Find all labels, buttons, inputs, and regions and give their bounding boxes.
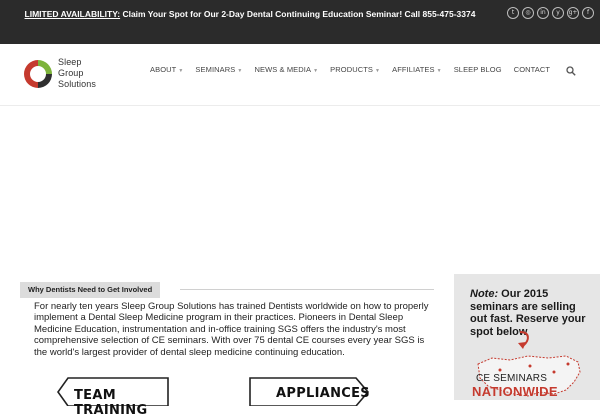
nav-label: PRODUCTS <box>330 65 374 74</box>
announcement-message: Claim Your Spot for Our 2-Day Dental Con… <box>120 9 476 19</box>
sign-label: TEAM TRAINING <box>74 388 148 418</box>
team-training-sign[interactable]: TEAM TRAINING <box>56 376 172 418</box>
chevron-down-icon: ▼ <box>313 68 319 74</box>
nav-item-news-media[interactable]: NEWS & MEDIA ▼ <box>248 62 324 77</box>
yelp-icon[interactable]: y <box>552 7 564 19</box>
main-nav: ABOUT ▼ SEMINARS ▼ NEWS & MEDIA ▼ PRODUCTS ▼… <box>144 62 556 77</box>
intro-paragraph: For nearly ten years Sleep Group Solutio… <box>34 301 429 358</box>
logo-line-2: Group <box>58 68 84 78</box>
facebook-icon[interactable]: f <box>582 7 594 19</box>
nav-item-contact[interactable]: CONTACT <box>508 62 556 77</box>
appliances-sign[interactable]: APPLIANCES <box>248 376 370 406</box>
nationwide-label: NATIONWIDE <box>472 384 558 399</box>
curved-arrow-icon <box>518 331 529 349</box>
nav-label: AFFILIATES <box>392 65 435 74</box>
logo-line-3: Solutions <box>58 79 96 89</box>
note-label: Note: <box>470 288 499 300</box>
google-plus-icon[interactable]: g+ <box>567 7 579 19</box>
nav-item-affiliates[interactable]: AFFILIATES ▼ <box>386 62 448 77</box>
instagram-icon[interactable]: ◎ <box>522 7 534 19</box>
chevron-down-icon: ▼ <box>436 68 442 74</box>
nav-label: SLEEP BLOG <box>453 65 502 74</box>
nav-label: ABOUT <box>150 65 177 74</box>
section-heading: Why Dentists Need to Get Involved <box>20 282 161 298</box>
logo-wordmark: Sleep Group Solutions <box>58 57 96 90</box>
twitter-icon[interactable]: t <box>507 7 519 19</box>
social-links: t ◎ in y g+ f <box>494 7 594 19</box>
section-divider <box>180 289 434 290</box>
nav-item-products[interactable]: PRODUCTS ▼ <box>324 62 386 77</box>
search-icon[interactable] <box>566 66 576 76</box>
nav-label: SEMINARS <box>195 65 236 74</box>
announcement-bar: LIMITED AVAILABILITY: Claim Your Spot fo… <box>0 0 600 44</box>
announcement-text[interactable]: LIMITED AVAILABILITY: Claim Your Spot fo… <box>10 4 490 24</box>
announcement-lead[interactable]: LIMITED AVAILABILITY: <box>25 9 121 19</box>
hero-banner <box>0 107 600 270</box>
chevron-down-icon: ▼ <box>237 68 243 74</box>
nav-label: NEWS & MEDIA <box>254 65 312 74</box>
logo-mark-icon <box>24 60 52 88</box>
nav-item-sleep-blog[interactable]: SLEEP BLOG <box>448 62 508 77</box>
site-logo[interactable]: Sleep Group Solutions <box>20 54 130 94</box>
chevron-down-icon: ▼ <box>178 68 184 74</box>
nav-item-seminars[interactable]: SEMINARS ▼ <box>189 62 248 77</box>
chevron-down-icon: ▼ <box>375 68 381 74</box>
nav-item-about[interactable]: ABOUT ▼ <box>144 62 189 77</box>
ce-seminars-label: CE SEMINARS <box>476 373 548 384</box>
site-header: Sleep Group Solutions ABOUT ▼ SEMINARS ▼ N… <box>0 44 600 106</box>
seminar-promo[interactable]: Note: Our 2015 seminars are selling out … <box>454 274 600 400</box>
logo-line-1: Sleep <box>58 57 82 67</box>
nav-label: CONTACT <box>513 65 551 74</box>
sign-label: APPLIANCES <box>276 386 370 401</box>
linkedin-icon[interactable]: in <box>537 7 549 19</box>
